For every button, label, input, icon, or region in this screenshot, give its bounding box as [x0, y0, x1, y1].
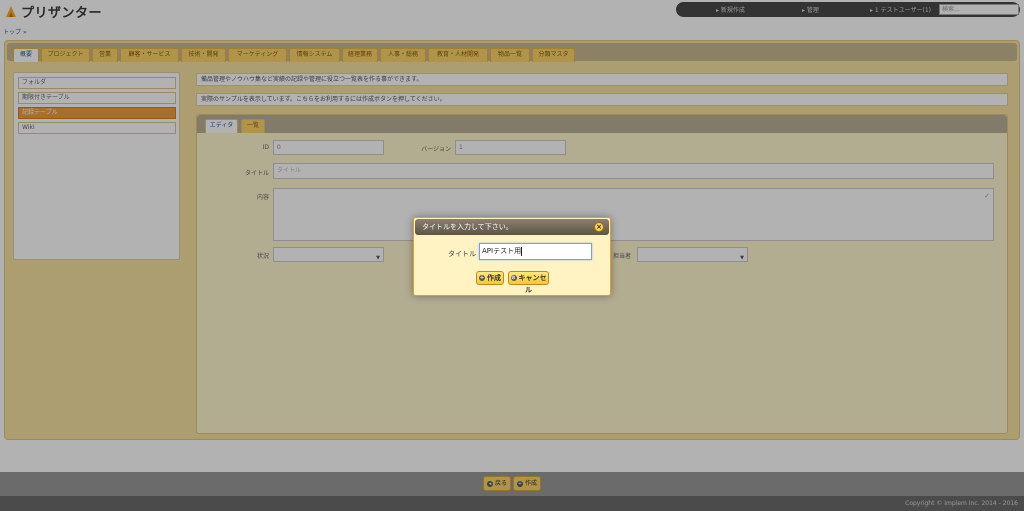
- cancel-icon: ⊘: [510, 275, 517, 281]
- dialog-titlebar[interactable]: タイトルを入力して下さい。 ×: [415, 219, 609, 235]
- create-icon: +: [479, 275, 485, 281]
- text-caret: [521, 246, 523, 256]
- dialog-create-button[interactable]: + 作成: [476, 271, 504, 285]
- dialog-title-input[interactable]: APIテスト用: [479, 243, 592, 260]
- dialog-title-label: タイトル: [448, 250, 476, 258]
- dialog-cancel-button[interactable]: ⊘ キャンセル: [508, 271, 549, 294]
- title-input-dialog: タイトルを入力して下さい。 × タイトル APIテスト用 + 作成 ⊘ キャンセル: [413, 217, 611, 296]
- dialog-title: タイトルを入力して下さい。: [422, 223, 513, 231]
- close-icon[interactable]: ×: [594, 222, 604, 232]
